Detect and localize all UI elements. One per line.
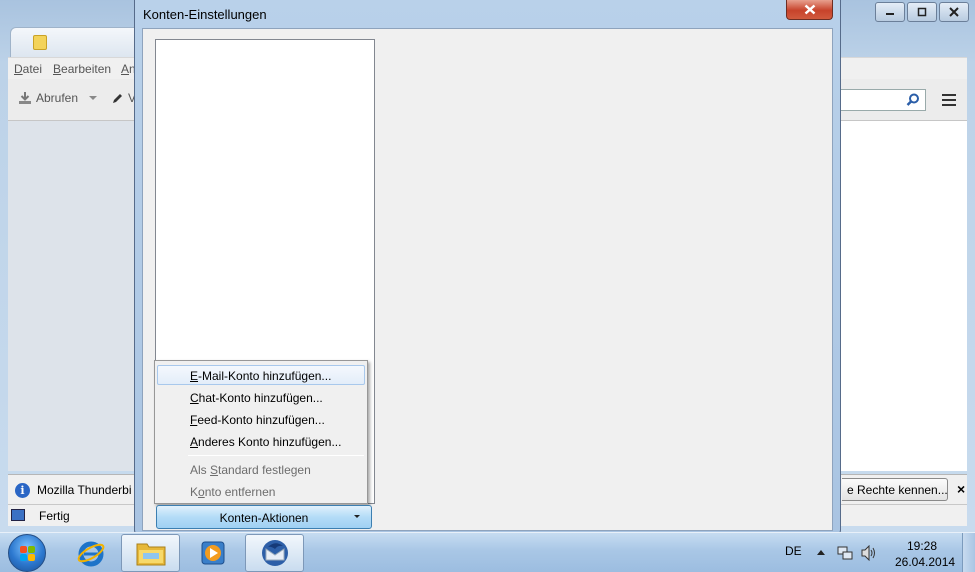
show-hidden-icons-icon[interactable]: [817, 550, 825, 555]
write-button[interactable]: V: [111, 91, 136, 105]
menu-accesskey: o: [198, 485, 205, 499]
maximize-button[interactable]: [907, 2, 937, 22]
taskbar: DE 19:28 26.04.2014: [0, 532, 975, 572]
notification-text: Mozilla Thunderbi: [37, 483, 132, 497]
folder-icon: [33, 35, 47, 50]
menu-item-label: -Mail-Konto hinzufügen...: [198, 369, 332, 383]
app-menu-icon[interactable]: [942, 94, 956, 106]
menu-item-add-mail-account[interactable]: E-Mail-Konto hinzufügen...: [157, 365, 365, 385]
menu-item-label: nderes Konto hinzufügen...: [198, 435, 342, 449]
volume-icon[interactable]: [860, 545, 878, 561]
notification-close-icon[interactable]: ×: [957, 481, 965, 497]
minimize-icon: [886, 13, 894, 15]
dialog-close-button[interactable]: [786, 0, 833, 20]
window-caption-buttons: [875, 2, 969, 22]
menu-item-label: K: [190, 485, 199, 499]
get-messages-label: Abrufen: [36, 91, 79, 105]
know-your-rights-button[interactable]: e Rechte kennen...: [842, 478, 948, 501]
folder-pane: [8, 121, 138, 471]
menu-item-label: hat-Konto hinzufügen...: [198, 391, 323, 405]
download-icon: [19, 92, 31, 104]
system-tray: DE 19:28 26.04.2014: [775, 533, 975, 572]
close-icon: [804, 4, 815, 15]
media-player-icon: [201, 541, 224, 565]
menu-item-add-other-account[interactable]: Anderes Konto hinzufügen...: [157, 431, 365, 451]
status-text: Fertig: [39, 509, 70, 523]
dialog-title: Konten-Einstellungen: [143, 7, 267, 22]
start-button[interactable]: [8, 534, 46, 572]
menu-file[interactable]: Datei: [14, 62, 42, 76]
windows-logo-icon: [20, 546, 35, 561]
menu-item-remove-account: Konto entfernen: [157, 481, 365, 501]
info-icon: i: [15, 483, 30, 498]
network-icon: [11, 509, 25, 521]
menu-accesskey: S: [210, 463, 219, 477]
menu-item-label: Als: [190, 463, 211, 477]
menu-item-add-feed-account[interactable]: Feed-Konto hinzufügen...: [157, 409, 365, 429]
menu-item-set-default: Als Standard festlegen: [157, 459, 365, 479]
thunderbird-icon: [261, 540, 288, 566]
search-input[interactable]: [838, 89, 926, 111]
menu-item-add-chat-account[interactable]: Chat-Konto hinzufügen...: [157, 387, 365, 407]
restore-icon: [917, 7, 927, 17]
pencil-icon: [113, 93, 122, 103]
window-close-button[interactable]: [939, 2, 969, 22]
taskbar-media-player[interactable]: [183, 534, 242, 572]
dropdown-arrow-icon: [354, 515, 360, 518]
menu-item-label: nto entfernen: [204, 485, 276, 499]
menu-edit[interactable]: Bearbeiten: [53, 62, 111, 76]
clock-date[interactable]: 26.04.2014: [895, 555, 955, 569]
tab-folder[interactable]: [10, 27, 145, 57]
get-messages-button[interactable]: Abrufen: [18, 91, 98, 105]
taskbar-thunderbird[interactable]: [245, 534, 304, 572]
language-indicator[interactable]: DE: [785, 544, 802, 558]
network-icon[interactable]: [837, 545, 853, 561]
message-pane: [838, 121, 967, 471]
minimize-button[interactable]: [875, 2, 905, 22]
account-actions-menu: E-Mail-Konto hinzufügen... Chat-Konto hi…: [154, 360, 368, 504]
account-actions-button[interactable]: Konten-Aktionen: [156, 505, 372, 529]
menu-separator: [188, 455, 364, 456]
show-desktop-button[interactable]: [962, 533, 975, 572]
clock-time[interactable]: 19:28: [907, 539, 937, 553]
menu-item-label: tandard festlegen: [218, 463, 311, 477]
search-icon[interactable]: [906, 93, 920, 107]
menu-accesskey: A: [190, 435, 199, 449]
account-actions-label: Konten-Aktionen: [219, 511, 309, 525]
folder-icon: [136, 543, 165, 566]
taskbar-explorer[interactable]: [121, 534, 180, 572]
menu-accesskey: C: [190, 391, 199, 405]
taskbar-internet-explorer[interactable]: [61, 534, 120, 572]
internet-explorer-icon: [77, 541, 104, 567]
menu-accesskey: E: [190, 369, 199, 383]
menu-item-label: eed-Konto hinzufügen...: [197, 413, 325, 427]
close-icon: [949, 7, 959, 17]
chevron-down-icon[interactable]: [88, 94, 98, 102]
